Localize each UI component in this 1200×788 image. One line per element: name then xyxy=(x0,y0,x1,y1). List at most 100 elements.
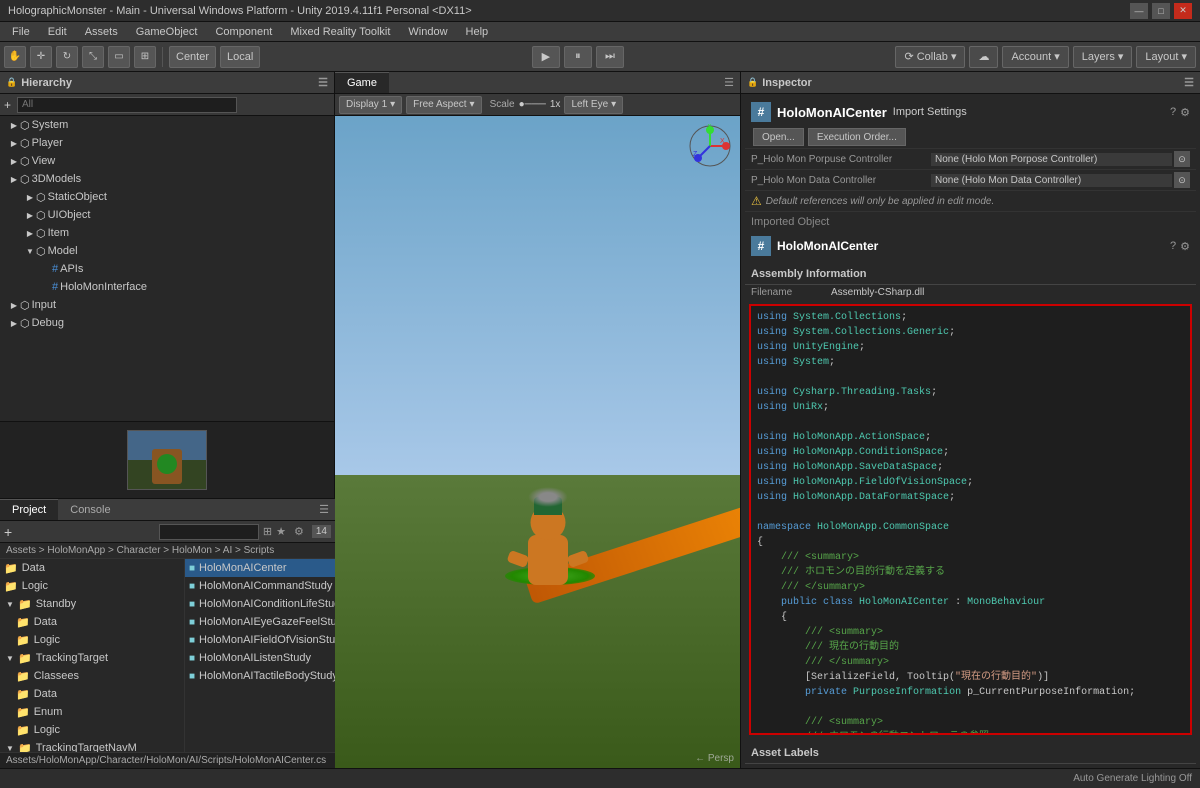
rotate-tool[interactable]: ↻ xyxy=(56,46,78,68)
eye-dropdown[interactable]: Left Eye▾ xyxy=(564,96,623,114)
add-icon[interactable]: + xyxy=(4,98,11,112)
holomoninterface-icon: # xyxy=(52,281,58,293)
menu-file[interactable]: File xyxy=(4,24,38,40)
account-button[interactable]: Account ▾ xyxy=(1002,46,1068,68)
cs-icon-eyegaze: ■ xyxy=(189,617,195,628)
folder-trackingtargetnavM[interactable]: ▼📁TrackingTargetNavM xyxy=(0,739,184,752)
center-toggle[interactable]: Center xyxy=(169,46,216,68)
data-selector-icon[interactable]: ⊙ xyxy=(1174,172,1190,188)
project-filter-btn[interactable]: ⊞ xyxy=(263,525,272,538)
tree-item-input[interactable]: ▶ ⬡ Input xyxy=(0,296,334,314)
display-label: Display 1 xyxy=(346,99,387,110)
transform-tool[interactable]: ⊞ xyxy=(134,46,156,68)
cloud-button[interactable]: ☁ xyxy=(969,46,998,68)
file-holomonaieyegaze[interactable]: ■ HoloMonAIEyeGazeFeelStudy xyxy=(185,613,335,631)
tree-item-view[interactable]: ▶ ⬡ View xyxy=(0,152,334,170)
scale-tool[interactable]: ⤡ xyxy=(82,46,104,68)
folder-standby-data[interactable]: 📁Data xyxy=(0,613,184,631)
project-star-btn[interactable]: ★ xyxy=(276,525,286,538)
folder-tt-data[interactable]: 📁Data xyxy=(0,685,184,703)
hand-tool[interactable]: ✋ xyxy=(4,46,26,68)
layout-button[interactable]: Layout ▾ xyxy=(1136,46,1196,68)
menu-help[interactable]: Help xyxy=(458,24,497,40)
close-btn[interactable]: ✕ xyxy=(1174,3,1192,19)
file-holomonailistein[interactable]: ■ HoloMonAIListenStudy xyxy=(185,649,335,667)
code-view: using System.Collections; using System.C… xyxy=(749,304,1192,735)
file-holomonaicommand[interactable]: ■ HoloMonAICommandStudy xyxy=(185,577,335,595)
tab-game[interactable]: Game xyxy=(335,72,389,93)
folder-standby-logic[interactable]: 📁Logic xyxy=(0,631,184,649)
settings-icon[interactable]: ⚙ xyxy=(1180,106,1190,119)
tree-item-apis[interactable]: # APIs xyxy=(0,260,334,278)
execution-order-button[interactable]: Execution Order... xyxy=(808,128,906,146)
tree-item-debug[interactable]: ▶ ⬡ Debug xyxy=(0,314,334,332)
tree-item-item[interactable]: ▶ ⬡ Item xyxy=(0,224,334,242)
tab-console[interactable]: Console xyxy=(58,499,122,520)
inspector-menu-icon[interactable]: ☰ xyxy=(1184,76,1194,89)
project-menu-icon[interactable]: ☰ xyxy=(313,503,335,516)
folder-tt-logic[interactable]: 📁Logic xyxy=(0,721,184,739)
view-icon: ⬡ xyxy=(20,155,30,168)
folder-icon-standby-logic: 📁 xyxy=(16,634,30,647)
apis-label: APIs xyxy=(60,263,83,275)
tree-item-holomoninterface[interactable]: # HoloMonInterface xyxy=(0,278,334,296)
imported-buttons: ? ⚙ xyxy=(1170,240,1190,253)
maximize-btn[interactable]: □ xyxy=(1152,3,1170,19)
menu-component[interactable]: Component xyxy=(207,24,280,40)
layers-button[interactable]: Layers ▾ xyxy=(1073,46,1133,68)
warning-text: Default references will only be applied … xyxy=(766,196,994,207)
folder-logic[interactable]: 📁Logic xyxy=(0,577,184,595)
step-button[interactable]: ⏭ xyxy=(596,46,624,68)
menu-edit[interactable]: Edit xyxy=(40,24,75,40)
imported-settings-icon[interactable]: ⚙ xyxy=(1180,240,1190,253)
code-line-24: /// </summary> xyxy=(757,655,1184,670)
menu-window[interactable]: Window xyxy=(400,24,455,40)
folder-classes[interactable]: 📁Classees xyxy=(0,667,184,685)
tab-project[interactable]: Project xyxy=(0,499,58,520)
porpuse-selector-icon[interactable]: ⊙ xyxy=(1174,151,1190,167)
minimize-btn[interactable]: — xyxy=(1130,3,1148,19)
hierarchy-menu-icon[interactable]: ☰ xyxy=(318,76,328,89)
project-search[interactable] xyxy=(159,524,259,540)
move-tool[interactable]: ✛ xyxy=(30,46,52,68)
display-dropdown[interactable]: Display 1▾ xyxy=(339,96,402,114)
scene-tab-bar: Game ☰ xyxy=(335,72,740,94)
code-line-28: /// <summary> xyxy=(757,715,1184,730)
tree-item-model[interactable]: ▼ ⬡ Model xyxy=(0,242,334,260)
code-line-7: using UniRx; xyxy=(757,400,1184,415)
rect-tool[interactable]: ▭ xyxy=(108,46,130,68)
pause-button[interactable]: ⏸ xyxy=(564,46,592,68)
scale-value: 1x xyxy=(550,99,561,110)
collab-button[interactable]: ⟳ Collab ▾ xyxy=(895,46,965,68)
file-holomonaicenter[interactable]: ■ HoloMonAICenter xyxy=(185,559,335,577)
play-button[interactable]: ▶ xyxy=(532,46,560,68)
tree-item-uiobject[interactable]: ▶ ⬡ UIObject xyxy=(0,206,334,224)
holomoninterface-label: HoloMonInterface xyxy=(60,281,147,293)
open-button[interactable]: Open... xyxy=(753,128,804,146)
code-line-23: /// 現在の行動目的 xyxy=(757,640,1184,655)
hierarchy-panel: 🔒 Hierarchy ☰ + ▶ ⬡ System ▶ ⬡ xyxy=(0,72,335,498)
folder-data[interactable]: 📁Data xyxy=(0,559,184,577)
add-project-btn[interactable]: + xyxy=(4,524,12,540)
folder-trackingtarget[interactable]: ▼📁TrackingTarget xyxy=(0,649,184,667)
file-holomonaicondition[interactable]: ■ HoloMonAIConditionLifeStudy xyxy=(185,595,335,613)
aspect-dropdown[interactable]: Free Aspect▾ xyxy=(406,96,481,114)
tree-item-system[interactable]: ▶ ⬡ System xyxy=(0,116,334,134)
menu-mixed-reality[interactable]: Mixed Reality Toolkit xyxy=(282,24,398,40)
code-line-25: [SerializeField, Tooltip("現在の行動目的")] xyxy=(757,670,1184,685)
tree-item-3dmodels[interactable]: ▶ ⬡ 3DModels xyxy=(0,170,334,188)
scale-slider[interactable]: ●─── xyxy=(519,99,546,110)
tree-item-staticobject[interactable]: ▶ ⬡ StaticObject xyxy=(0,188,334,206)
tree-item-player[interactable]: ▶ ⬡ Player xyxy=(0,134,334,152)
file-holomonaitactile[interactable]: ■ HoloMonAITactileBodyStudy xyxy=(185,667,335,685)
file-holomonaifieldofvision[interactable]: ■ HoloMonAIFieldOfVisionStudy xyxy=(185,631,335,649)
folder-standby[interactable]: ▼📁Standby xyxy=(0,595,184,613)
scene-menu-icon[interactable]: ☰ xyxy=(718,76,740,89)
menu-assets[interactable]: Assets xyxy=(77,24,126,40)
hierarchy-search[interactable] xyxy=(17,97,237,113)
project-settings-btn[interactable]: ⚙ xyxy=(294,525,304,538)
monster-figure xyxy=(513,495,583,585)
menu-gameobject[interactable]: GameObject xyxy=(128,24,206,40)
folder-enum[interactable]: 📁Enum xyxy=(0,703,184,721)
local-toggle[interactable]: Local xyxy=(220,46,260,68)
